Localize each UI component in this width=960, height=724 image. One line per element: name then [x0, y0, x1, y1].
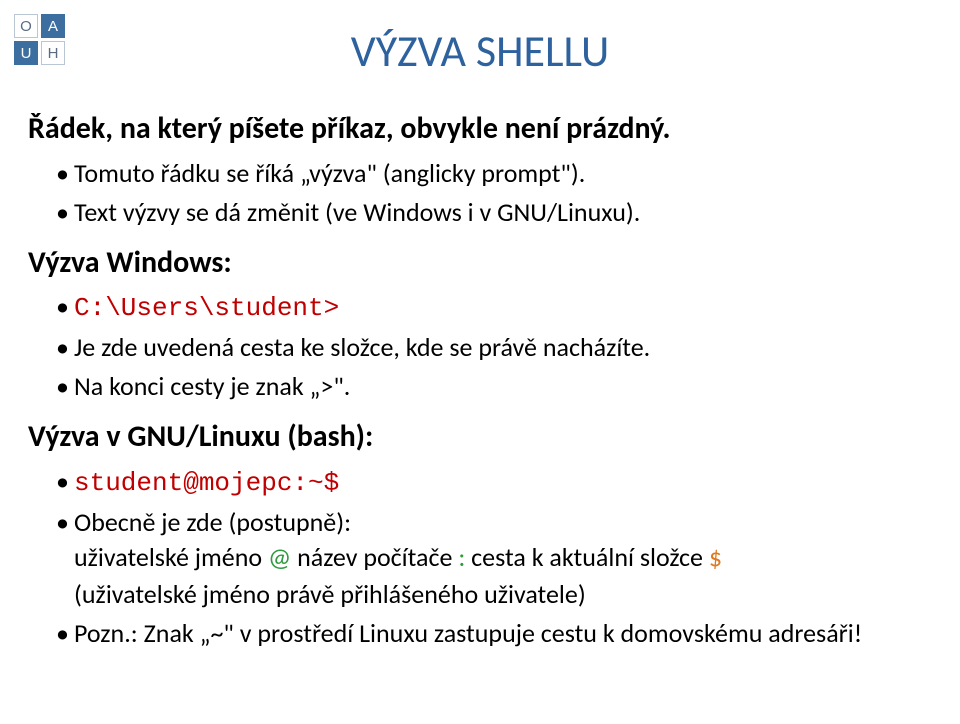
s3-prompt: student@mojepc:~$ — [56, 464, 930, 501]
s3-sub2: (uživatelské jméno právě přihlášeného už… — [74, 577, 930, 612]
section3-head: Výzva v GNU/Linuxu (bash): — [28, 418, 930, 456]
s3-bullet3: Pozn.: Znak „~" v prostředí Linuxu zastu… — [56, 616, 930, 651]
s1-bullet2: Text výzvy se dá změnit (ve Windows i v … — [56, 195, 930, 230]
s2-prompt: C:\Users\student> — [56, 289, 930, 326]
section3-list: student@mojepc:~$ Obecně je zde (postupn… — [28, 464, 930, 651]
s3-subblock: uživatelské jméno @ název počítače : ces… — [74, 540, 930, 612]
dollar-symbol: $ — [709, 541, 722, 573]
section2-list: C:\Users\student> Je zde uvedená cesta k… — [28, 289, 930, 404]
s1-bullet1: Tomuto řádku se říká „výzva" (anglicky p… — [56, 156, 930, 191]
linux-prompt-text: student@mojepc:~$ — [74, 468, 339, 498]
at-symbol: @ — [268, 541, 291, 573]
slide-body: Řádek, na který píšete příkaz, obvykle n… — [28, 110, 930, 665]
section1-list: Tomuto řádku se říká „výzva" (anglicky p… — [28, 156, 930, 230]
s3-bullet2: Obecně je zde (postupně): uživatelské jm… — [56, 505, 930, 612]
s3-sub1a: uživatelské jméno — [74, 541, 268, 573]
slide-title: VÝZVA SHELLU — [0, 24, 960, 78]
s3-sub1c: cesta k aktuální složce — [465, 541, 709, 573]
section1-head: Řádek, na který píšete příkaz, obvykle n… — [28, 110, 930, 148]
section2-head: Výzva Windows: — [28, 244, 930, 282]
s3-b2-text: Obecně je zde (postupně): — [74, 506, 351, 538]
s3-sub1: uživatelské jméno @ název počítače : ces… — [74, 540, 930, 575]
s2-bullet3: Na konci cesty je znak „>". — [56, 369, 930, 404]
s2-bullet2: Je zde uvedená cesta ke složce, kde se p… — [56, 330, 930, 365]
windows-prompt-text: C:\Users\student> — [74, 293, 339, 323]
s3-sub1b: název počítače — [291, 541, 458, 573]
